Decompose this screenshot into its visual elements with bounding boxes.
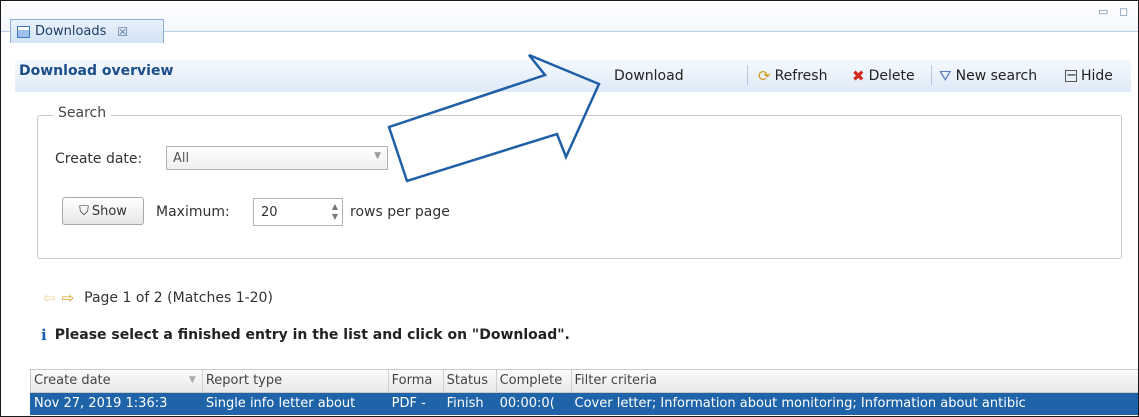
cell-status: Finish bbox=[446, 396, 484, 411]
delete-button[interactable]: ✖ Delete bbox=[852, 68, 915, 84]
tab-bar: Downloads ☒ ▭ ◻ bbox=[1, 1, 1138, 43]
new-search-label: New search bbox=[955, 68, 1038, 84]
create-date-value: All bbox=[173, 151, 190, 166]
create-date-label: Create date: bbox=[55, 151, 143, 167]
tab-downloads[interactable]: Downloads ☒ bbox=[10, 19, 164, 43]
cell-complete: 00:00:0( bbox=[499, 396, 555, 411]
column-header-create-date[interactable]: Create date ▼ bbox=[31, 370, 203, 392]
cell-create-date: Nov 27, 2019 1:36:3 bbox=[34, 396, 168, 411]
refresh-button[interactable]: ⟳ Refresh bbox=[758, 68, 827, 84]
toolbar-separator bbox=[747, 65, 748, 85]
pager: ⇦ ⇨ Page 1 of 2 (Matches 1-20) bbox=[43, 289, 273, 307]
minimize-icon[interactable]: ▭ bbox=[1098, 5, 1108, 18]
sort-desc-icon: ▼ bbox=[188, 375, 196, 385]
toolbar-separator bbox=[931, 65, 932, 85]
collapse-icon: − bbox=[1065, 68, 1077, 83]
stepper-buttons[interactable]: ▲ ▼ bbox=[332, 202, 338, 222]
download-label: Download bbox=[614, 68, 684, 84]
info-message: i Please select a finished entry in the … bbox=[41, 326, 570, 344]
maximum-rows-stepper[interactable]: 20 ▲ ▼ bbox=[253, 198, 343, 226]
maximum-value: 20 bbox=[261, 205, 278, 220]
page-status: Page 1 of 2 (Matches 1-20) bbox=[84, 290, 273, 306]
downloads-view: Downloads ☒ ▭ ◻ Download overview Downlo… bbox=[0, 0, 1139, 417]
stepper-up-icon[interactable]: ▲ bbox=[332, 202, 338, 212]
window-icon bbox=[17, 25, 30, 38]
column-header-status[interactable]: Status bbox=[444, 370, 497, 392]
chevron-down-icon: ▼ bbox=[374, 151, 381, 161]
cell-format: PDF - bbox=[391, 396, 426, 411]
callout-arrow-icon bbox=[387, 53, 601, 183]
new-search-button[interactable]: ⛛ New search bbox=[939, 68, 1037, 84]
download-button[interactable]: Download bbox=[614, 68, 684, 84]
column-header-filter-criteria[interactable]: Filter criteria bbox=[572, 370, 1138, 392]
table-header: Create date ▼ Report type Forma Status C… bbox=[30, 369, 1138, 393]
delete-x-icon: ✖ bbox=[852, 66, 865, 85]
close-icon[interactable]: ☒ bbox=[117, 25, 128, 39]
filter-reset-icon: ⛛ bbox=[939, 66, 952, 85]
column-header-format[interactable]: Forma bbox=[389, 370, 444, 392]
panel-title: Download overview bbox=[19, 63, 174, 79]
filter-icon: ⛉ bbox=[79, 203, 89, 219]
refresh-icon: ⟳ bbox=[758, 66, 771, 85]
maximum-label: Maximum: bbox=[156, 204, 230, 220]
column-header-label: Create date bbox=[34, 373, 111, 388]
info-text: Please select a finished entry in the li… bbox=[54, 327, 570, 343]
rows-per-page-label: rows per page bbox=[350, 204, 450, 220]
tab-title: Downloads bbox=[35, 24, 107, 39]
cell-report-type: Single info letter about bbox=[205, 396, 356, 411]
hide-label: Hide bbox=[1081, 68, 1113, 84]
column-header-complete[interactable]: Complete bbox=[497, 370, 572, 392]
refresh-label: Refresh bbox=[774, 68, 828, 84]
show-button[interactable]: ⛉ Show bbox=[62, 197, 144, 225]
show-label: Show bbox=[91, 203, 127, 219]
arrow-left-icon[interactable]: ⇦ bbox=[43, 289, 56, 307]
hide-button[interactable]: − Hide bbox=[1065, 68, 1113, 84]
column-header-report-type[interactable]: Report type bbox=[203, 370, 389, 392]
table-row[interactable]: Nov 27, 2019 1:36:3 Single info letter a… bbox=[30, 393, 1138, 415]
cell-filter-criteria: Cover letter; Information about monitori… bbox=[574, 396, 1026, 411]
maximize-icon[interactable]: ◻ bbox=[1119, 5, 1128, 18]
create-date-select[interactable]: All ▼ bbox=[166, 146, 388, 170]
stepper-down-icon[interactable]: ▼ bbox=[332, 212, 338, 222]
delete-label: Delete bbox=[868, 68, 915, 84]
downloads-table: Create date ▼ Report type Forma Status C… bbox=[30, 369, 1138, 415]
search-legend: Search bbox=[53, 105, 112, 121]
info-icon: i bbox=[41, 326, 47, 344]
arrow-right-icon[interactable]: ⇨ bbox=[62, 289, 75, 307]
